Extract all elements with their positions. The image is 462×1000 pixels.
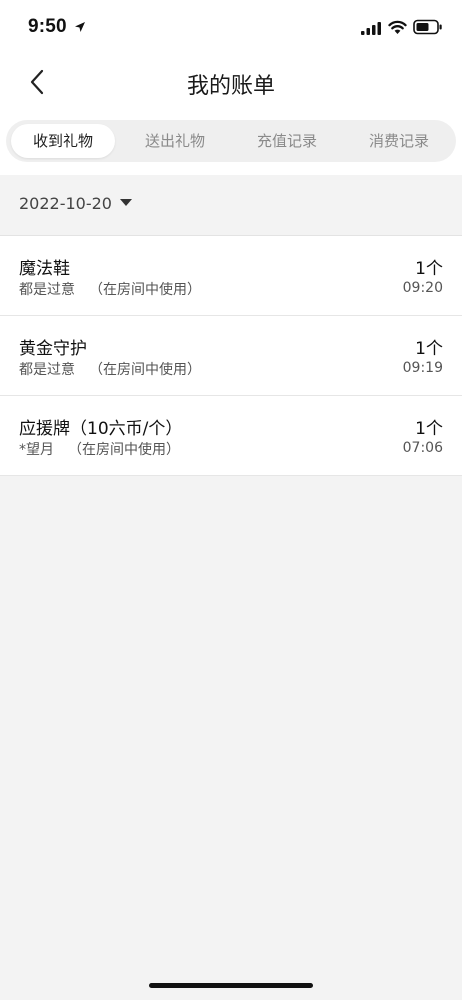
tab-recharge-records[interactable]: 充值记录 [235, 124, 339, 158]
status-bar: 9:50 [0, 0, 462, 56]
date-label: 2022-10-20 [19, 194, 112, 213]
record-detail: 都是过意 （在房间中使用） [19, 359, 201, 379]
gift-name: 魔法鞋 [19, 259, 70, 279]
record-row[interactable]: 黄金守护 都是过意 （在房间中使用） 1个 09:19 [0, 316, 462, 396]
status-time: 9:50 [28, 16, 67, 37]
gift-quantity: 1个 [415, 339, 443, 359]
caret-down-icon [119, 199, 132, 206]
battery-icon [413, 19, 442, 35]
gift-quantity: 1个 [415, 259, 443, 279]
signal-icon [361, 22, 381, 35]
usage-note: （在房间中使用） [68, 442, 180, 458]
record-detail: *望月 （在房间中使用） [19, 439, 180, 459]
record-row[interactable]: 应援牌（10六币/个） *望月 （在房间中使用） 1个 07:06 [0, 396, 462, 476]
tab-sent-gifts[interactable]: 送出礼物 [123, 124, 227, 158]
record-time: 07:06 [402, 440, 443, 456]
sender-name: *望月 [19, 442, 54, 458]
tab-received-gifts[interactable]: 收到礼物 [11, 124, 115, 158]
record-time: 09:20 [402, 280, 443, 296]
date-picker-button[interactable]: 2022-10-20 [19, 194, 132, 213]
usage-note: （在房间中使用） [89, 362, 201, 378]
record-list: 魔法鞋 都是过意 （在房间中使用） 1个 09:20 黄金守护 都是过意 （在房间中… [0, 235, 462, 476]
usage-note: （在房间中使用） [89, 282, 201, 298]
nav-bar: 我的账单 [0, 56, 462, 112]
location-arrow-icon [75, 22, 85, 32]
record-row[interactable]: 魔法鞋 都是过意 （在房间中使用） 1个 09:20 [0, 236, 462, 316]
sender-name: 都是过意 [19, 362, 75, 378]
date-filter-row: 2022-10-20 [0, 175, 462, 235]
record-time: 09:19 [402, 360, 443, 376]
home-indicator[interactable] [149, 983, 313, 988]
gift-name: 应援牌（10六币/个） [19, 419, 183, 439]
page-title: 我的账单 [186, 74, 275, 99]
record-detail: 都是过意 （在房间中使用） [19, 279, 201, 299]
wifi-icon [388, 20, 407, 34]
gift-quantity: 1个 [415, 419, 443, 439]
tab-bar: 收到礼物 送出礼物 充值记录 消费记录 [6, 120, 456, 162]
sender-name: 都是过意 [19, 282, 75, 298]
tab-spending-records[interactable]: 消费记录 [347, 124, 451, 158]
gift-name: 黄金守护 [19, 339, 87, 359]
header-area: 9:50 我的账单 收到礼物 送出礼物 充值记录 消费记录 [0, 0, 462, 175]
